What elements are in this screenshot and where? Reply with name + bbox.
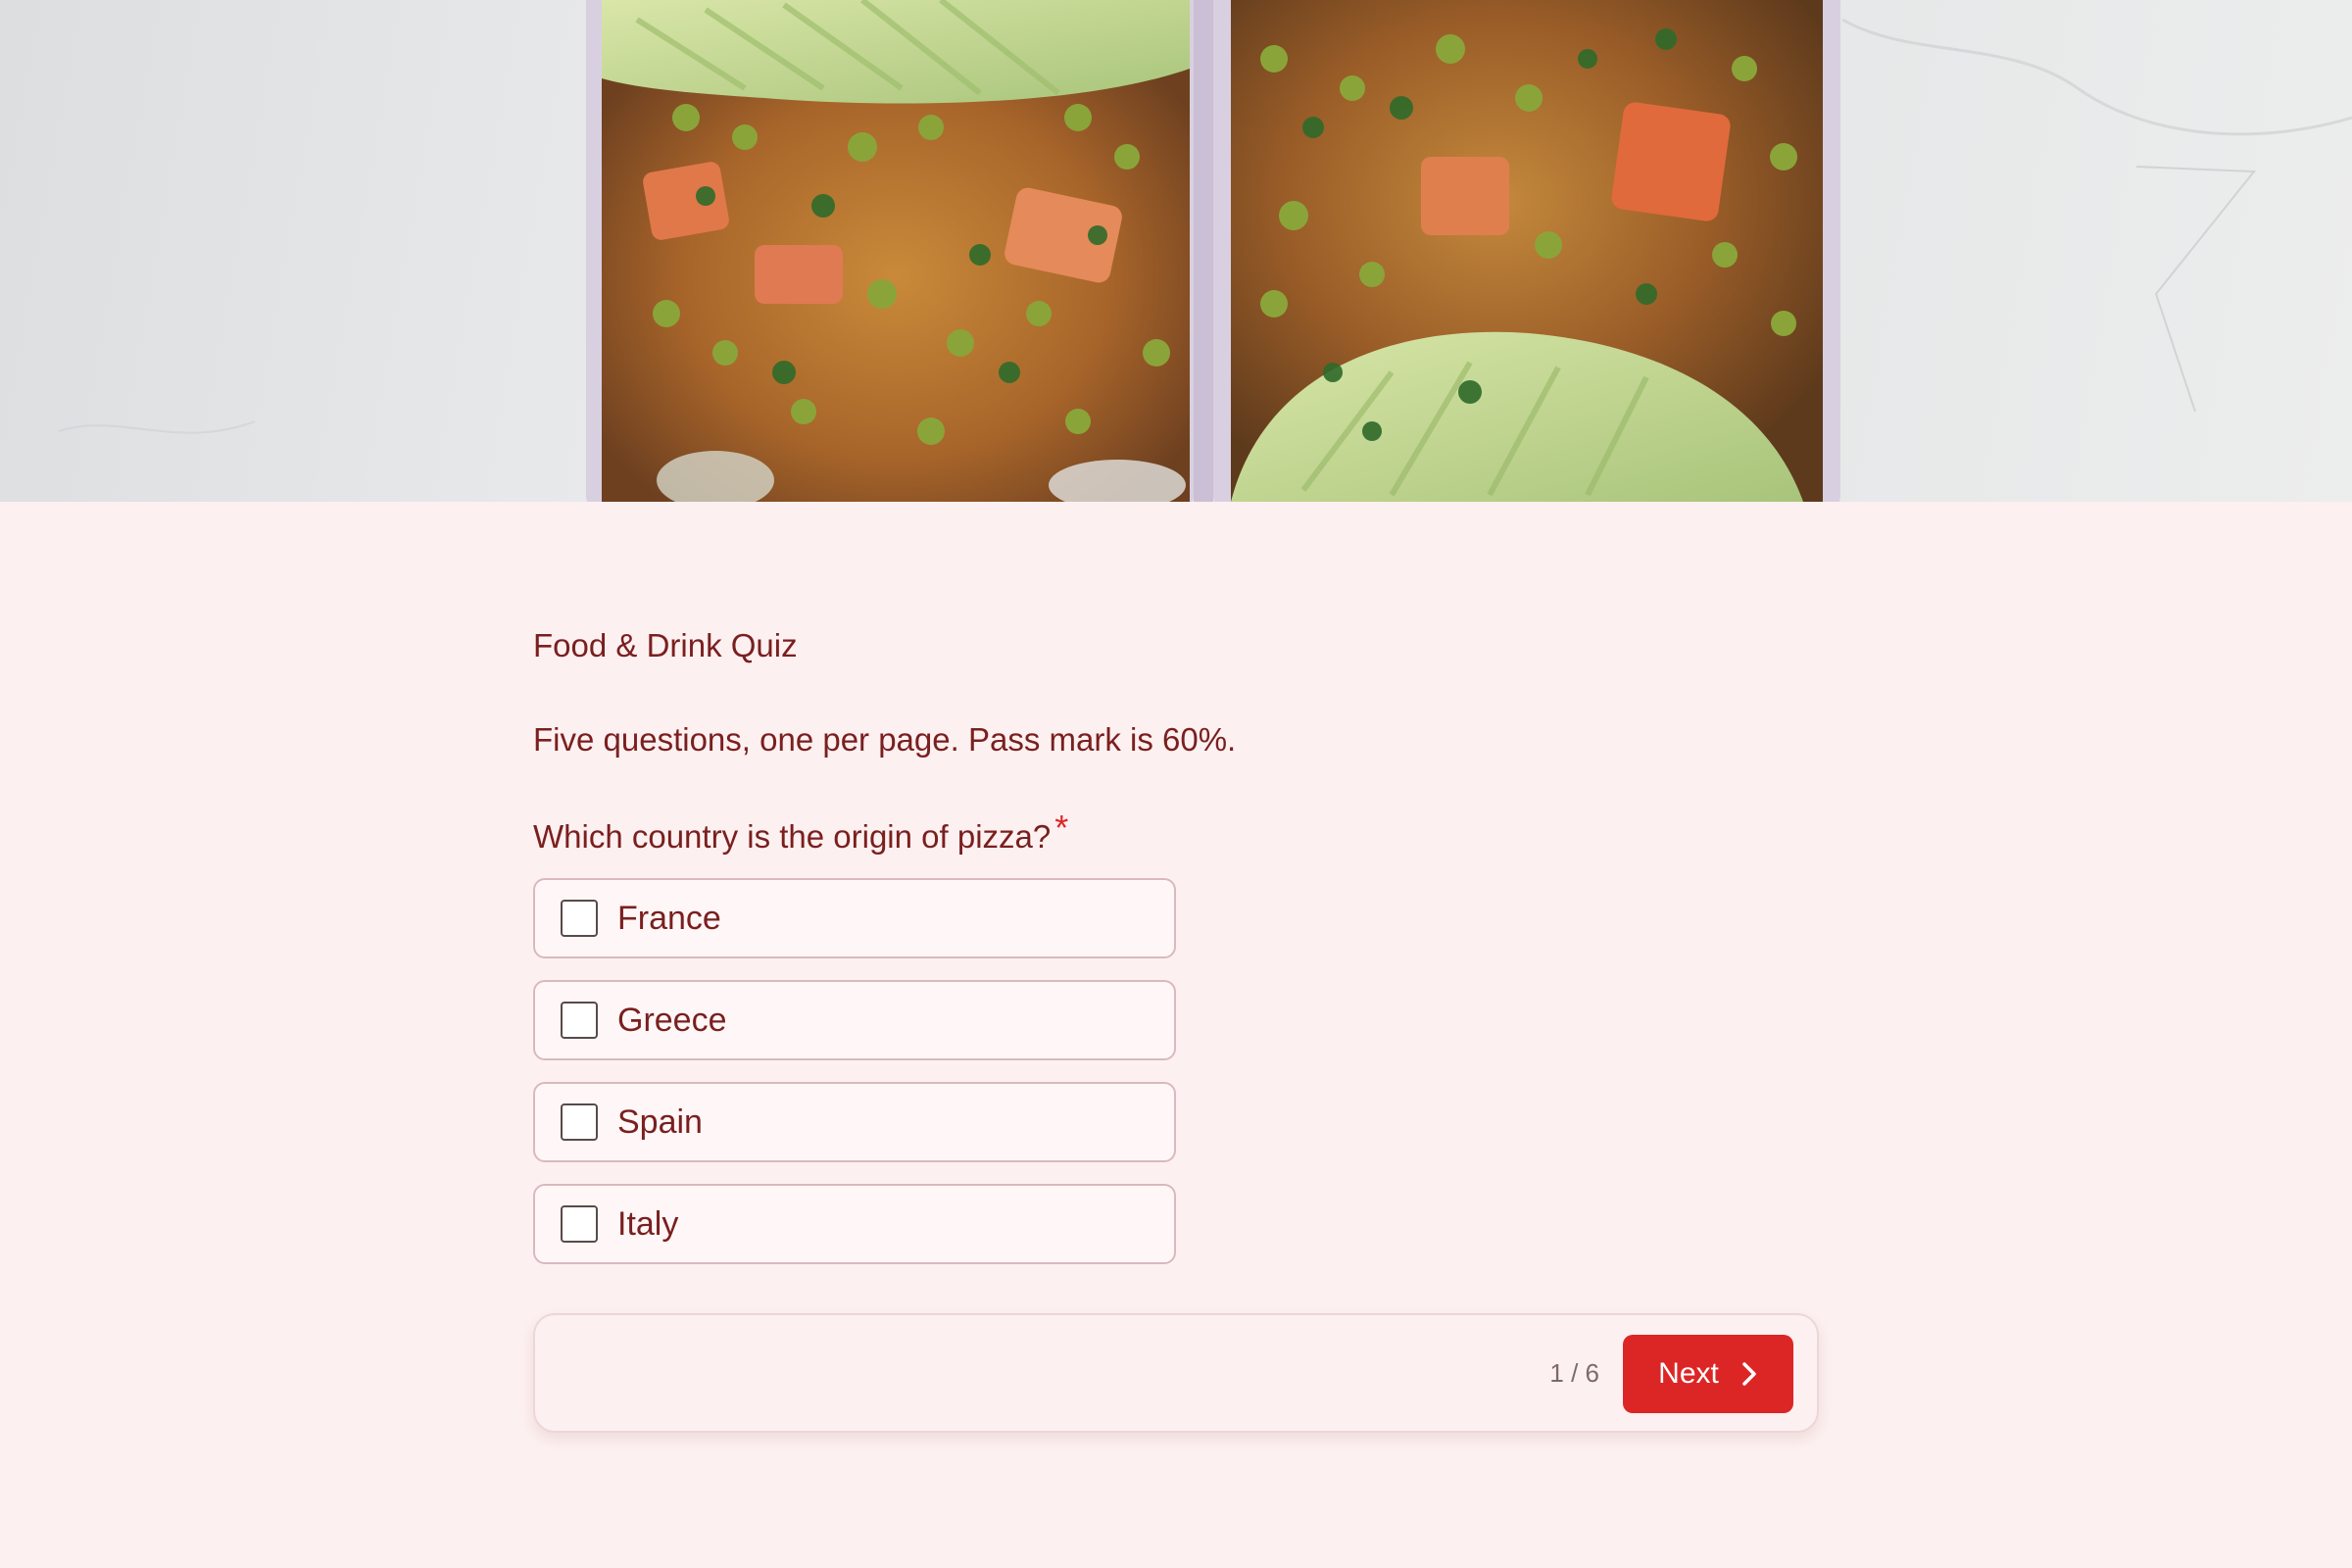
option-label: Greece <box>617 1001 727 1039</box>
option-france[interactable]: France <box>533 878 1176 958</box>
option-label: Italy <box>617 1204 679 1243</box>
form-description: Five questions, one per page. Pass mark … <box>533 721 1237 758</box>
option-greece[interactable]: Greece <box>533 980 1176 1060</box>
answer-options: France Greece Spain Italy <box>533 878 1176 1286</box>
checkbox[interactable] <box>561 900 598 937</box>
page-counter: 1 / 6 <box>1549 1358 1599 1388</box>
navigation-bar: 1 / 6 Next <box>533 1313 1819 1433</box>
chevron-right-icon <box>1740 1361 1758 1387</box>
checkbox[interactable] <box>561 1103 598 1141</box>
question-label: Which country is the origin of pizza? * <box>533 808 1068 857</box>
checkbox[interactable] <box>561 1002 598 1039</box>
required-marker: * <box>1054 808 1069 848</box>
option-spain[interactable]: Spain <box>533 1082 1176 1162</box>
form-title: Food & Drink Quiz <box>533 627 798 663</box>
hero-image <box>0 0 2352 502</box>
food-photo-illustration <box>58 0 2352 502</box>
option-label: Spain <box>617 1102 703 1141</box>
option-italy[interactable]: Italy <box>533 1184 1176 1264</box>
next-button[interactable]: Next <box>1623 1335 1793 1413</box>
question-text: Which country is the origin of pizza? <box>533 818 1052 855</box>
checkbox[interactable] <box>561 1205 598 1243</box>
option-label: France <box>617 899 721 937</box>
next-button-label: Next <box>1658 1357 1719 1390</box>
